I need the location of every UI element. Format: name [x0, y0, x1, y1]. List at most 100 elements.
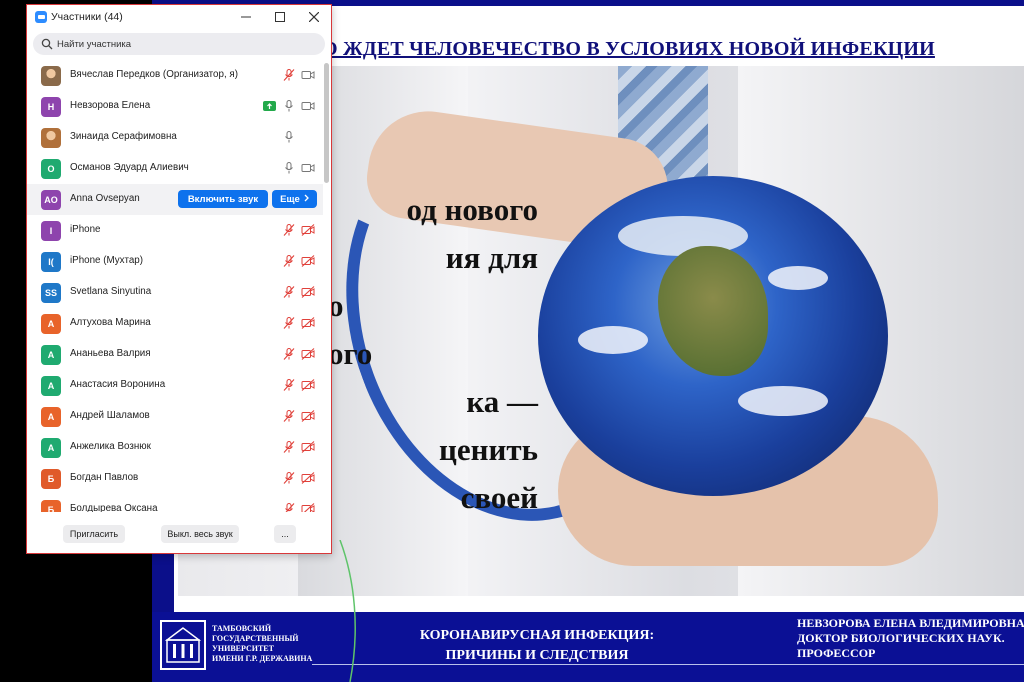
avatar: AO [41, 190, 61, 210]
participant-name: Невзорова Елена [70, 100, 151, 111]
avatar: А [41, 345, 61, 365]
invite-button[interactable]: Пригласить [63, 525, 125, 543]
more-button-label: Еще [280, 193, 300, 205]
zoom-icon [35, 11, 47, 23]
avatar: А [41, 376, 61, 396]
participant-name: Ананьева Валрия [70, 348, 151, 359]
mic-muted-icon[interactable] [282, 254, 296, 268]
video-off-icon[interactable] [301, 409, 315, 423]
avatar: SS [41, 283, 61, 303]
search-input[interactable] [57, 33, 319, 55]
avatar: А [41, 438, 61, 458]
participant-row[interactable]: О Османов Эдуард Алиевич [27, 153, 323, 184]
participants-list[interactable]: Вячеслав Передков (Организатор, я) Н Невзо… [27, 60, 323, 512]
video-off-icon[interactable] [301, 440, 315, 454]
participant-row[interactable]: А Анжелика Вознюк [27, 432, 323, 463]
participant-row[interactable]: А Ананьева Валрия [27, 339, 323, 370]
participant-row[interactable]: Б Богдан Павлов [27, 463, 323, 494]
more-button[interactable]: Еще [272, 190, 317, 208]
avatar [41, 128, 61, 148]
video-off-icon[interactable] [301, 502, 315, 512]
mic-muted-icon[interactable] [282, 316, 296, 330]
search-icon [41, 38, 53, 50]
avatar: Н [41, 97, 61, 117]
lecture-topic: КОРОНАВИРУСНАЯ ИНФЕКЦИЯ: ПРИЧИНЫ И СЛЕДС… [419, 628, 655, 663]
participant-name: Анастасия Воронина [70, 379, 166, 390]
minimize-button[interactable] [229, 5, 263, 29]
mic-muted-icon[interactable] [282, 471, 296, 485]
slide-title: О ЖДЕТ ЧЕЛОВЕЧЕСТВО В УСЛОВИЯХ НОВОЙ ИНФ… [322, 38, 935, 60]
participant-name: Anna Ovsepyan [70, 193, 140, 204]
avatar [41, 66, 61, 86]
search-box[interactable] [33, 33, 325, 55]
participant-name: Зинаида Серафимовна [70, 131, 177, 142]
earth-globe-image [538, 176, 888, 496]
maximize-button[interactable] [263, 5, 297, 29]
close-button[interactable] [297, 5, 331, 29]
participant-name: Svetlana Sinyutina [70, 286, 152, 297]
lecture-author: НЕВЗОРОВА ЕЛЕНА ВЛЕДИМИРОВНА ДОКТОР БИОЛ… [797, 616, 1024, 660]
window-titlebar[interactable]: Участники (44) [27, 5, 331, 29]
video-off-icon[interactable] [301, 316, 315, 330]
mic-icon[interactable] [282, 161, 296, 175]
slide-footer: ТАМБОВСКИЙ ГОСУДАРСТВЕННЫЙ УНИВЕРСИТЕТ И… [152, 612, 1024, 682]
mic-icon[interactable] [282, 99, 296, 113]
participant-name: Андрей Шаламов [70, 410, 150, 421]
mic-muted-icon[interactable] [282, 68, 296, 82]
slide-body-text: од нового ия для о ого ка — ценить своей [328, 192, 538, 515]
mic-muted-icon[interactable] [282, 223, 296, 237]
participant-row[interactable]: А Алтухова Марина [27, 308, 323, 339]
mute-all-button[interactable]: Выкл. весь звук [161, 525, 239, 543]
participant-row[interactable]: I( iPhone (Мухтар) [27, 246, 323, 277]
video-icon[interactable] [301, 161, 315, 175]
participant-row[interactable]: Зинаида Серафимовна [27, 122, 323, 153]
participant-name: iPhone (Мухтар) [70, 255, 143, 266]
participants-toolbar: Пригласить Выкл. весь звук ... [27, 517, 331, 553]
avatar: Б [41, 469, 61, 489]
participant-row[interactable]: А Анастасия Воронина [27, 370, 323, 401]
participants-window: Участники (44) Вячеслав Передков (Органи… [26, 4, 332, 554]
avatar: А [41, 314, 61, 334]
mic-muted-icon[interactable] [282, 409, 296, 423]
window-title: Участники (44) [51, 11, 123, 23]
more-options-button[interactable]: ... [274, 525, 296, 543]
video-off-icon[interactable] [301, 285, 315, 299]
mic-muted-icon[interactable] [282, 347, 296, 361]
video-off-icon[interactable] [301, 471, 315, 485]
video-off-icon[interactable] [301, 254, 315, 268]
video-icon[interactable] [301, 68, 315, 82]
avatar: I( [41, 252, 61, 272]
participant-row[interactable]: SS Svetlana Sinyutina [27, 277, 323, 308]
video-off-icon[interactable] [301, 223, 315, 237]
participant-name: Алтухова Марина [70, 317, 151, 328]
avatar: I [41, 221, 61, 241]
video-icon[interactable] [301, 99, 315, 113]
participant-row[interactable]: Вячеслав Передков (Организатор, я) [27, 60, 323, 91]
participant-row[interactable]: А Андрей Шаламов [27, 401, 323, 432]
participant-row[interactable]: Н Невзорова Елена [27, 91, 323, 122]
screen: од нового ия для о ого ка — ценить своей… [0, 0, 1024, 682]
university-name: ТАМБОВСКИЙ ГОСУДАРСТВЕННЫЙ УНИВЕРСИТЕТ И… [212, 624, 313, 663]
participant-name: Болдырева Оксана [70, 503, 158, 512]
mic-muted-icon[interactable] [282, 440, 296, 454]
close-icon [309, 12, 319, 22]
participant-name: Вячеслав Передков (Организатор, я) [70, 69, 238, 80]
minimize-icon [241, 16, 251, 18]
mic-muted-icon[interactable] [282, 502, 296, 512]
video-off-icon[interactable] [301, 378, 315, 392]
participant-name: Богдан Павлов [70, 472, 139, 483]
participant-row[interactable]: IiPhone [27, 215, 323, 246]
maximize-icon [275, 12, 285, 22]
participant-row[interactable]: AO Anna Ovsepyan Включить звук Еще [27, 184, 323, 215]
mic-muted-icon[interactable] [282, 285, 296, 299]
unmute-button[interactable]: Включить звук [178, 190, 268, 208]
footer-divider [312, 664, 1024, 665]
mic-muted-icon[interactable] [282, 378, 296, 392]
participant-row[interactable]: Б Болдырева Оксана [27, 494, 323, 512]
screen-share-icon [263, 101, 276, 111]
video-off-icon[interactable] [301, 347, 315, 361]
scrollbar[interactable] [324, 63, 329, 183]
avatar: Б [41, 500, 61, 512]
avatar: А [41, 407, 61, 427]
mic-icon[interactable] [282, 130, 296, 144]
